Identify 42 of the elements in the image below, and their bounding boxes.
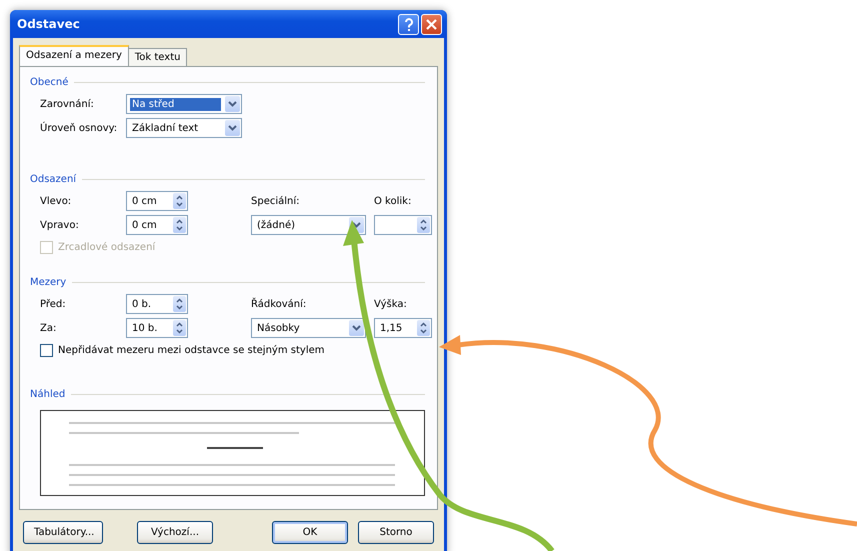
spinner-arrows-icon[interactable]	[417, 217, 430, 233]
spinner-arrows-icon[interactable]	[173, 296, 186, 312]
dropdown-field[interactable]: (žádné)	[251, 215, 366, 235]
spin-field[interactable]: 0 cm	[126, 215, 188, 235]
dialog-button[interactable]: OK	[272, 521, 348, 544]
spin-field[interactable]: 10 b.	[126, 318, 188, 338]
window-title: Odstavec	[17, 17, 80, 31]
dialog-button[interactable]: Storno	[358, 521, 434, 544]
dialog-button[interactable]: Tabulátory...	[23, 521, 103, 544]
field-label: Speciální:	[251, 196, 301, 206]
field-label: Výška:	[374, 298, 408, 310]
field-label: Před:	[40, 298, 67, 310]
spinner-arrows-icon[interactable]	[173, 217, 186, 233]
tab[interactable]: Tok textu	[128, 48, 188, 66]
field-label: Vlevo:	[40, 196, 72, 206]
spinner-arrows-icon[interactable]	[417, 320, 430, 336]
tab[interactable]: Odsazení a mezery	[19, 45, 129, 66]
field-label: Řádkování:	[251, 298, 308, 310]
spin-field[interactable]: 1,15	[374, 318, 432, 338]
field-label: Za:	[40, 322, 58, 334]
spin-field[interactable]	[374, 215, 432, 235]
dropdown-field[interactable]: Základní text	[126, 118, 242, 138]
field-label: O kolik:	[374, 196, 412, 206]
section-title: Mezery	[30, 277, 66, 288]
spinner-arrows-icon[interactable]	[173, 320, 186, 336]
checkbox-label: Nepřidávat mezeru mezi odstavce se stejným stylem	[58, 345, 324, 356]
spinner-arrows-icon[interactable]	[173, 193, 186, 209]
dropdown-field[interactable]: Na střed	[126, 94, 242, 114]
field-label: Úroveň osnovy:	[40, 122, 118, 134]
checkbox-label: Zrcadlové odsazení	[58, 242, 156, 253]
spin-field[interactable]: 0 b.	[126, 294, 188, 314]
dialog-button[interactable]: Výchozí...	[137, 521, 213, 544]
field-label: Vpravo:	[40, 220, 80, 230]
section-title: Odsazení	[30, 174, 76, 185]
field-label: Zarovnání:	[40, 98, 95, 110]
checkbox[interactable]	[40, 344, 53, 357]
section-title: Náhled	[30, 389, 66, 400]
spin-field[interactable]: 0 cm	[126, 191, 188, 211]
close-icon[interactable]	[421, 14, 442, 34]
help-icon[interactable]	[398, 14, 419, 34]
section-title: Obecné	[30, 77, 68, 88]
dropdown-field[interactable]: Násobky	[251, 318, 366, 338]
